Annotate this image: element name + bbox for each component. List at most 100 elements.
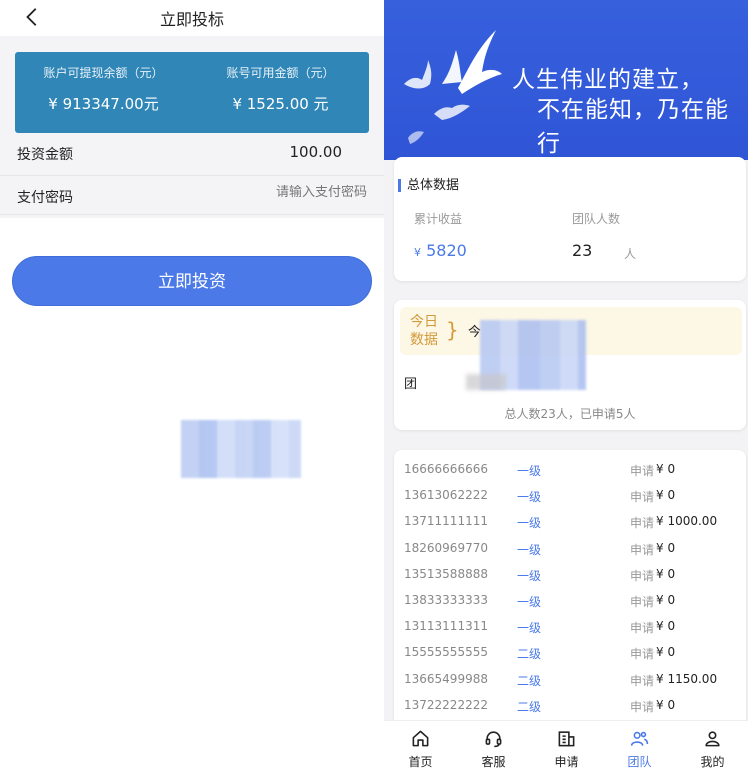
- team-count-label: 团队人数: [572, 212, 621, 226]
- balance-card: 账户可提现余额（元） ¥ 913347.00元 账号可用金额（元） ¥ 1525…: [15, 52, 369, 133]
- amount-row: 投资金额 100.00: [0, 133, 384, 173]
- available-value: ¥ 1525.00 元: [232, 95, 329, 113]
- member-applied-label: 申请: [630, 621, 655, 636]
- member-applied-label: 申请: [630, 594, 655, 609]
- member-amount: ¥ 0: [656, 566, 676, 581]
- today-label-line1: 今日: [410, 314, 438, 330]
- currency-symbol: ¥: [414, 246, 421, 259]
- team-partial-text: 团: [404, 377, 418, 392]
- invest-button[interactable]: 立即投资: [12, 256, 372, 306]
- today-label: 今日 数据: [410, 313, 438, 349]
- member-row[interactable]: 13665499988 二级 申请 ¥ 1150.00: [394, 668, 746, 694]
- member-amount: ¥ 0: [656, 619, 676, 634]
- team-count-value: 23: [572, 241, 593, 260]
- member-level: 二级: [517, 673, 542, 688]
- member-applied-label: 申请: [630, 647, 655, 662]
- nav-label: 团队: [627, 755, 652, 769]
- nav-label: 首页: [408, 755, 433, 769]
- member-row[interactable]: 13613062222 一级 申请 ¥ 0: [394, 484, 746, 510]
- member-phone: 13722222222: [404, 697, 488, 712]
- member-level: 一级: [517, 594, 542, 609]
- password-label: 支付密码: [17, 190, 73, 206]
- header: 立即投标: [0, 0, 384, 36]
- home-icon: [412, 730, 429, 747]
- member-phone: 13613062222: [404, 488, 488, 503]
- member-amount: ¥ 1000.00: [656, 514, 718, 529]
- nav-item-2[interactable]: 申请: [530, 721, 603, 775]
- password-input[interactable]: [217, 185, 367, 200]
- nav-item-3[interactable]: 团队: [603, 721, 676, 775]
- member-applied-label: 申请: [630, 542, 655, 557]
- member-row[interactable]: 16666666666 一级 申请 ¥ 0: [394, 458, 746, 484]
- banner-slogan-line1: 人生伟业的建立，: [512, 67, 704, 93]
- member-list-card: 16666666666 一级 申请 ¥ 0 13613062222 一级 申请 ¥ 0 1371…: [394, 450, 746, 730]
- today-data-card: 今日 数据 } 今 团 总人数23人，已申请5人: [394, 300, 746, 430]
- member-row[interactable]: 13711111111 一级 申请 ¥ 1000.00: [394, 510, 746, 536]
- member-phone: 13711111111: [404, 514, 488, 529]
- member-row[interactable]: 13113111311 一级 申请 ¥ 0: [394, 615, 746, 641]
- amount-label: 投资金额: [17, 147, 73, 163]
- member-row[interactable]: 13833333333 一级 申请 ¥ 0: [394, 589, 746, 615]
- member-list: 16666666666 一级 申请 ¥ 0 13613062222 一级 申请 ¥ 0 1371…: [394, 458, 746, 720]
- available-balance: 账号可用金额（元） ¥ 1525.00 元: [192, 64, 369, 114]
- today-label-line2: 数据: [410, 332, 438, 348]
- team-page: 人生伟业的建立， 不在能知，乃在能行 总体数据 累计收益 ¥ 5820 团队人数…: [384, 0, 748, 775]
- banner: 人生伟业的建立， 不在能知，乃在能行: [384, 0, 748, 160]
- team-count-unit: 人: [624, 247, 637, 261]
- brace-decoration: }: [446, 318, 459, 342]
- member-row[interactable]: 18260969770 一级 申请 ¥ 0: [394, 537, 746, 563]
- blurred-region: [181, 420, 301, 478]
- team-summary: 总人数23人，已申请5人: [504, 407, 636, 421]
- nav-item-4[interactable]: 我的: [676, 721, 748, 775]
- member-applied-label: 申请: [630, 568, 655, 583]
- member-amount: ¥ 0: [656, 645, 676, 660]
- member-phone: 18260969770: [404, 540, 488, 555]
- member-phone: 15555555555: [404, 645, 488, 660]
- member-phone: 13665499988: [404, 671, 488, 686]
- available-label: 账号可用金额（元）: [226, 66, 335, 80]
- member-applied-label: 申请: [630, 699, 655, 714]
- cumulative-income: ¥ 5820: [414, 241, 467, 260]
- member-phone: 16666666666: [404, 462, 488, 476]
- member-phone: 13513588888: [404, 566, 488, 581]
- blurred-region-small: [466, 374, 506, 390]
- member-amount: ¥ 0: [656, 697, 676, 712]
- screen: 立即投标 账户可提现余额（元） ¥ 913347.00元 账号可用金额（元） ¥…: [0, 0, 748, 775]
- withdrawable-label: 账户可提现余额（元）: [43, 66, 164, 80]
- member-phone: 13833333333: [404, 592, 488, 607]
- member-level: 一级: [517, 516, 542, 531]
- nav-label: 客服: [481, 755, 506, 769]
- member-applied-label: 申请: [630, 464, 655, 478]
- nav-item-0[interactable]: 首页: [384, 721, 457, 775]
- nav-label: 申请: [554, 755, 579, 769]
- member-amount: ¥ 0: [656, 592, 676, 607]
- apply-icon: [558, 731, 575, 747]
- member-level: 一级: [517, 542, 542, 557]
- member-level: 二级: [517, 647, 542, 662]
- overall-data-title: 总体数据: [398, 179, 459, 192]
- invest-page: 立即投标 账户可提现余额（元） ¥ 913347.00元 账号可用金额（元） ¥…: [0, 0, 384, 775]
- member-amount: ¥ 0: [656, 540, 676, 555]
- member-amount: ¥ 0: [656, 462, 676, 476]
- cumulative-income-label: 累计收益: [414, 212, 463, 226]
- withdrawable-value: ¥ 913347.00元: [48, 95, 159, 113]
- member-level: 二级: [517, 699, 542, 714]
- member-level: 一级: [517, 464, 542, 478]
- member-level: 一级: [517, 621, 542, 636]
- amount-value: 100.00: [289, 143, 343, 161]
- member-applied-label: 申请: [630, 673, 655, 688]
- nav-item-1[interactable]: 客服: [457, 721, 530, 775]
- member-level: 一级: [517, 490, 542, 505]
- doves-illustration: [404, 30, 502, 144]
- member-row[interactable]: 13513588888 一级 申请 ¥ 0: [394, 563, 746, 589]
- member-applied-label: 申请: [630, 516, 655, 531]
- member-row[interactable]: 15555555555 二级 申请 ¥ 0: [394, 641, 746, 667]
- member-phone: 13113111311: [404, 619, 488, 634]
- page-title: 立即投标: [159, 10, 224, 29]
- member-applied-label: 申请: [630, 490, 655, 505]
- member-amount: ¥ 1150.00: [656, 671, 718, 686]
- cumulative-income-value: 5820: [426, 241, 467, 260]
- member-row[interactable]: 13722222222 二级 申请 ¥ 0: [394, 694, 746, 720]
- user-icon: [705, 731, 720, 747]
- team-icon: [630, 731, 649, 746]
